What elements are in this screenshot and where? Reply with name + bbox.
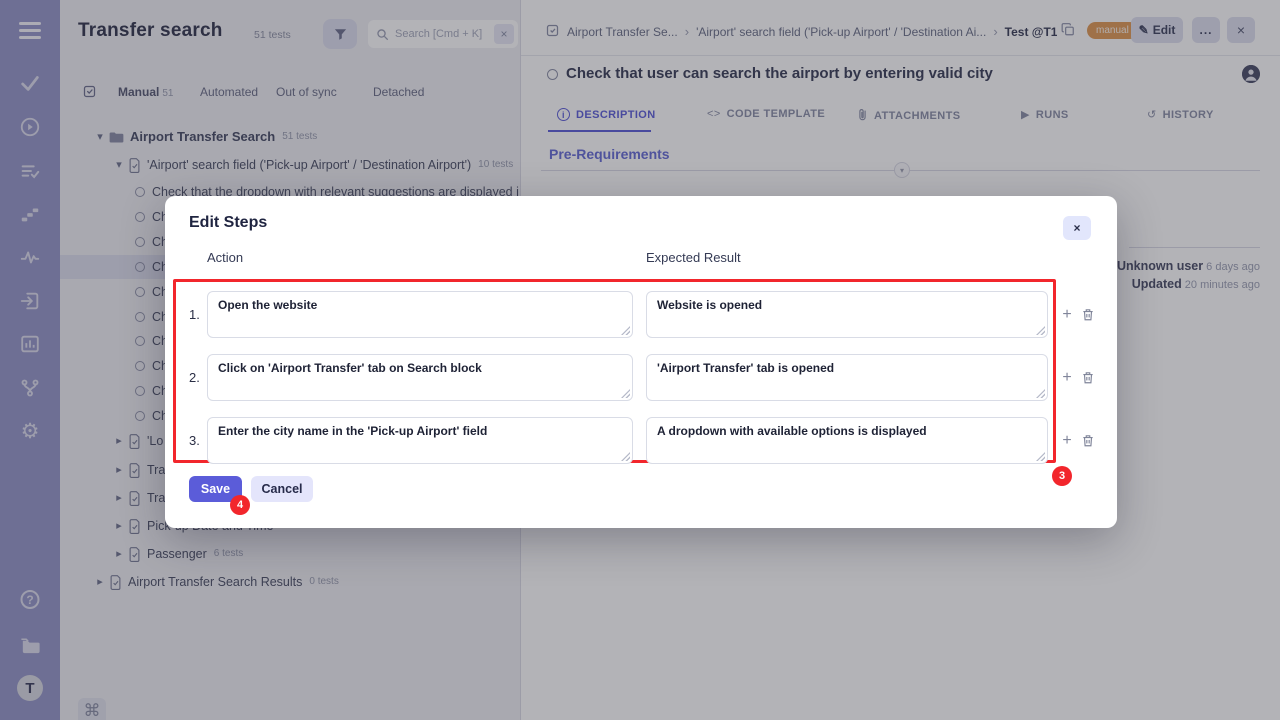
step-number: 1. — [189, 291, 205, 338]
column-header-action: Action — [207, 250, 243, 265]
app-window: ⚙ ? T Transfer search 51 tests × Manual5… — [0, 0, 1280, 720]
annotation-marker-3: 3 — [1052, 466, 1072, 486]
step-expected-input[interactable]: Website is opened — [646, 291, 1048, 338]
step-number: 3. — [189, 417, 205, 464]
modal-title: Edit Steps — [189, 214, 267, 232]
column-header-expected: Expected Result — [646, 250, 741, 265]
step-number: 2. — [189, 354, 205, 401]
annotation-marker-4: 4 — [230, 495, 250, 515]
step-expected-input[interactable]: 'Airport Transfer' tab is opened — [646, 354, 1048, 401]
cancel-button[interactable]: Cancel — [251, 476, 313, 502]
add-step-button[interactable]: + — [1059, 370, 1075, 386]
edit-steps-modal: Edit Steps × Action Expected Result 1. O… — [165, 196, 1117, 528]
step-action-input[interactable]: Click on 'Airport Transfer' tab on Searc… — [207, 354, 633, 401]
delete-step-button[interactable] — [1081, 370, 1097, 386]
delete-step-button[interactable] — [1081, 433, 1097, 449]
modal-close-button[interactable]: × — [1063, 216, 1091, 240]
step-action-input[interactable]: Enter the city name in the 'Pick-up Airp… — [207, 417, 633, 464]
add-step-button[interactable]: + — [1059, 433, 1075, 449]
delete-step-button[interactable] — [1081, 307, 1097, 323]
add-step-button[interactable]: + — [1059, 307, 1075, 323]
step-expected-input[interactable]: A dropdown with available options is dis… — [646, 417, 1048, 464]
step-action-input[interactable]: Open the website — [207, 291, 633, 338]
